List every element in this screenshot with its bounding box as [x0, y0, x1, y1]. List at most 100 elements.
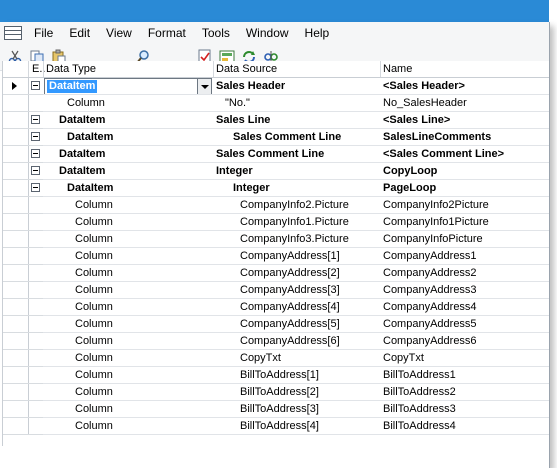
row-selector[interactable]	[3, 146, 29, 163]
data-source-cell[interactable]: Integer	[213, 163, 380, 180]
data-source-cell[interactable]: Sales Header	[213, 78, 380, 95]
name-cell[interactable]: CompanyAddress6	[380, 333, 549, 350]
expand-cell[interactable]	[28, 78, 43, 95]
data-source-cell[interactable]: Sales Comment Line	[213, 129, 380, 146]
row-selector[interactable]	[3, 197, 29, 214]
name-cell[interactable]: <Sales Header>	[380, 78, 549, 95]
name-cell[interactable]: PageLoop	[380, 180, 549, 197]
name-cell[interactable]: CompanyInfoPicture	[380, 231, 549, 248]
row-selector[interactable]	[3, 418, 29, 435]
name-cell[interactable]: SalesLineComments	[380, 129, 549, 146]
table-row[interactable]: Column BillToAddress[2] BillToAddress2	[3, 384, 549, 401]
row-selector[interactable]	[3, 299, 29, 316]
name-cell[interactable]: CompanyAddress5	[380, 316, 549, 333]
data-type-cell[interactable]: Column	[43, 248, 213, 265]
name-cell[interactable]: BillToAddress3	[380, 401, 549, 418]
name-cell[interactable]: CompanyInfo2Picture	[380, 197, 549, 214]
menu-window[interactable]: Window	[238, 22, 297, 44]
data-source-cell[interactable]: CompanyAddress[6]	[213, 333, 380, 350]
data-source-cell[interactable]: Sales Line	[213, 112, 380, 129]
table-row[interactable]: DataItem Sales Header <Sales Header>	[3, 78, 549, 95]
row-selector[interactable]	[3, 316, 29, 333]
data-source-cell[interactable]: CompanyAddress[3]	[213, 282, 380, 299]
data-type-cell[interactable]: Column	[43, 350, 213, 367]
data-source-cell[interactable]: CompanyInfo3.Picture	[213, 231, 380, 248]
table-row[interactable]: Column CompanyAddress[3] CompanyAddress3	[3, 282, 549, 299]
row-selector[interactable]	[3, 248, 29, 265]
data-type-cell[interactable]: Column	[43, 401, 213, 418]
header-data-type[interactable]: Data Type	[46, 63, 96, 75]
data-type-cell[interactable]: Column	[43, 95, 213, 112]
data-source-cell[interactable]: CopyTxt	[213, 350, 380, 367]
data-source-cell[interactable]: CompanyAddress[1]	[213, 248, 380, 265]
app-menu-icon[interactable]	[4, 26, 22, 40]
table-row[interactable]: Column CompanyInfo3.Picture CompanyInfoPic…	[3, 231, 549, 248]
collapse-icon[interactable]	[31, 183, 40, 192]
table-row[interactable]: Column CompanyAddress[1] CompanyAddress1	[3, 248, 549, 265]
data-source-cell[interactable]: BillToAddress[1]	[213, 367, 380, 384]
data-type-cell[interactable]: Column	[43, 333, 213, 350]
table-row[interactable]: Column "No." No_SalesHeader	[3, 95, 549, 112]
data-type-cell[interactable]: Column	[43, 384, 213, 401]
name-cell[interactable]: CopyTxt	[380, 350, 549, 367]
collapse-icon[interactable]	[31, 132, 40, 141]
data-type-cell[interactable]: Column	[43, 197, 213, 214]
table-row[interactable]: Column CompanyAddress[5] CompanyAddress5	[3, 316, 549, 333]
row-selector[interactable]	[3, 367, 29, 384]
data-source-cell[interactable]: CompanyAddress[4]	[213, 299, 380, 316]
name-cell[interactable]: No_SalesHeader	[380, 95, 549, 112]
table-row[interactable]: Column CompanyInfo1.Picture CompanyInfo1Pi…	[3, 214, 549, 231]
name-cell[interactable]: <Sales Line>	[380, 112, 549, 129]
name-cell[interactable]: BillToAddress4	[380, 418, 549, 435]
data-source-cell[interactable]: "No."	[213, 95, 380, 112]
data-source-cell[interactable]: Sales Comment Line	[213, 146, 380, 163]
collapse-icon[interactable]	[31, 115, 40, 124]
menu-help[interactable]: Help	[297, 22, 338, 44]
data-type-cell[interactable]: DataItem	[43, 180, 213, 197]
data-type-cell[interactable]: Column	[43, 418, 213, 435]
name-cell[interactable]: CompanyAddress2	[380, 265, 549, 282]
row-selector[interactable]	[3, 163, 29, 180]
data-source-cell[interactable]: BillToAddress[2]	[213, 384, 380, 401]
data-type-cell[interactable]: Column	[43, 367, 213, 384]
row-selector[interactable]	[3, 129, 29, 146]
row-selector[interactable]	[3, 282, 29, 299]
row-selector[interactable]	[3, 231, 29, 248]
row-selector[interactable]	[3, 180, 29, 197]
data-type-cell[interactable]: Column	[43, 299, 213, 316]
data-type-cell[interactable]: DataItem	[43, 129, 213, 146]
expand-cell[interactable]	[28, 146, 43, 163]
chevron-down-icon[interactable]	[197, 79, 211, 94]
data-source-cell[interactable]: CompanyInfo1.Picture	[213, 214, 380, 231]
expand-cell[interactable]	[28, 129, 43, 146]
data-type-cell[interactable]: DataItem	[43, 163, 213, 180]
data-type-cell[interactable]: DataItem	[43, 146, 213, 163]
data-type-dropdown[interactable]: DataItem	[44, 78, 212, 94]
table-row[interactable]: Column CompanyInfo2.Picture CompanyInfo2Pi…	[3, 197, 549, 214]
table-row[interactable]: Column CompanyAddress[4] CompanyAddress4	[3, 299, 549, 316]
collapse-icon[interactable]	[31, 81, 40, 90]
menu-format[interactable]: Format	[140, 22, 194, 44]
table-row[interactable]: Column BillToAddress[4] BillToAddress4	[3, 418, 549, 435]
collapse-icon[interactable]	[31, 166, 40, 175]
row-selector[interactable]	[3, 112, 29, 129]
name-cell[interactable]: CompanyAddress4	[380, 299, 549, 316]
header-name[interactable]: Name	[383, 63, 412, 75]
name-cell[interactable]: BillToAddress2	[380, 384, 549, 401]
name-cell[interactable]: CopyLoop	[380, 163, 549, 180]
data-type-cell[interactable]: Column	[43, 231, 213, 248]
expand-cell[interactable]	[28, 163, 43, 180]
table-row[interactable]: Column CopyTxt CopyTxt	[3, 350, 549, 367]
data-source-cell[interactable]: BillToAddress[4]	[213, 418, 380, 435]
table-row[interactable]: Column BillToAddress[3] BillToAddress3	[3, 401, 549, 418]
data-type-cell[interactable]: DataItem	[43, 112, 213, 129]
table-row[interactable]: DataItem Sales Line <Sales Line>	[3, 112, 549, 129]
data-type-cell[interactable]: Column	[43, 214, 213, 231]
row-selector[interactable]	[3, 265, 29, 282]
data-type-cell[interactable]: Column	[43, 265, 213, 282]
data-type-cell[interactable]: Column	[43, 316, 213, 333]
table-row[interactable]: DataItem Integer CopyLoop	[3, 163, 549, 180]
row-selector[interactable]	[3, 95, 29, 112]
menu-view[interactable]: View	[98, 22, 140, 44]
table-row[interactable]: Column BillToAddress[1] BillToAddress1	[3, 367, 549, 384]
